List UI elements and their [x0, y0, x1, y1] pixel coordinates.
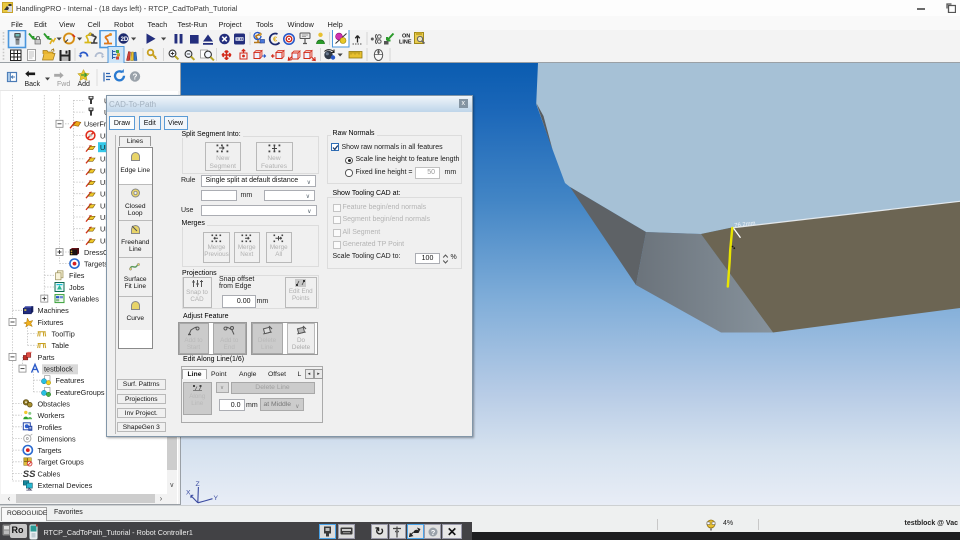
svg-text:Table: Table	[52, 341, 69, 350]
svg-text:Machines: Machines	[38, 306, 70, 315]
svg-text:Z: Z	[196, 481, 200, 488]
svg-text:X: X	[186, 490, 191, 497]
svg-text:Back: Back	[25, 81, 41, 88]
svg-text:?: ?	[133, 73, 138, 82]
svg-text:FeatureGroups: FeatureGroups	[56, 388, 105, 397]
svg-text:SS: SS	[23, 469, 36, 480]
svg-text:Cables: Cables	[38, 469, 61, 478]
svg-text:testblock: testblock	[44, 365, 73, 374]
svg-text:€: €	[273, 35, 278, 44]
svg-text:Files: Files	[69, 271, 85, 280]
svg-text:2D: 2D	[121, 37, 129, 43]
svg-text:Parts: Parts	[38, 353, 55, 362]
svg-text:Features: Features	[56, 376, 85, 385]
svg-text:Obstacles: Obstacles	[38, 399, 71, 408]
svg-text:External Devices: External Devices	[38, 481, 93, 490]
svg-text:Target Groups: Target Groups	[38, 458, 85, 467]
svg-text:Targets: Targets	[38, 446, 62, 455]
svg-text:Add: Add	[78, 81, 91, 88]
svg-text:Profiles: Profiles	[38, 423, 63, 432]
svg-text:Jobs: Jobs	[69, 283, 85, 292]
svg-text:Dimensions: Dimensions	[38, 434, 76, 443]
svg-text:ToolTip: ToolTip	[52, 330, 75, 339]
svg-text:Fwd: Fwd	[57, 81, 70, 88]
svg-text:LINE: LINE	[399, 40, 412, 46]
svg-text:Workers: Workers	[38, 411, 65, 420]
svg-text:Targets: Targets	[84, 260, 108, 269]
svg-text:Variables: Variables	[69, 295, 99, 304]
svg-text:Fixtures: Fixtures	[38, 318, 64, 327]
svg-text:Y: Y	[214, 495, 219, 502]
svg-text:?: ?	[430, 528, 435, 537]
